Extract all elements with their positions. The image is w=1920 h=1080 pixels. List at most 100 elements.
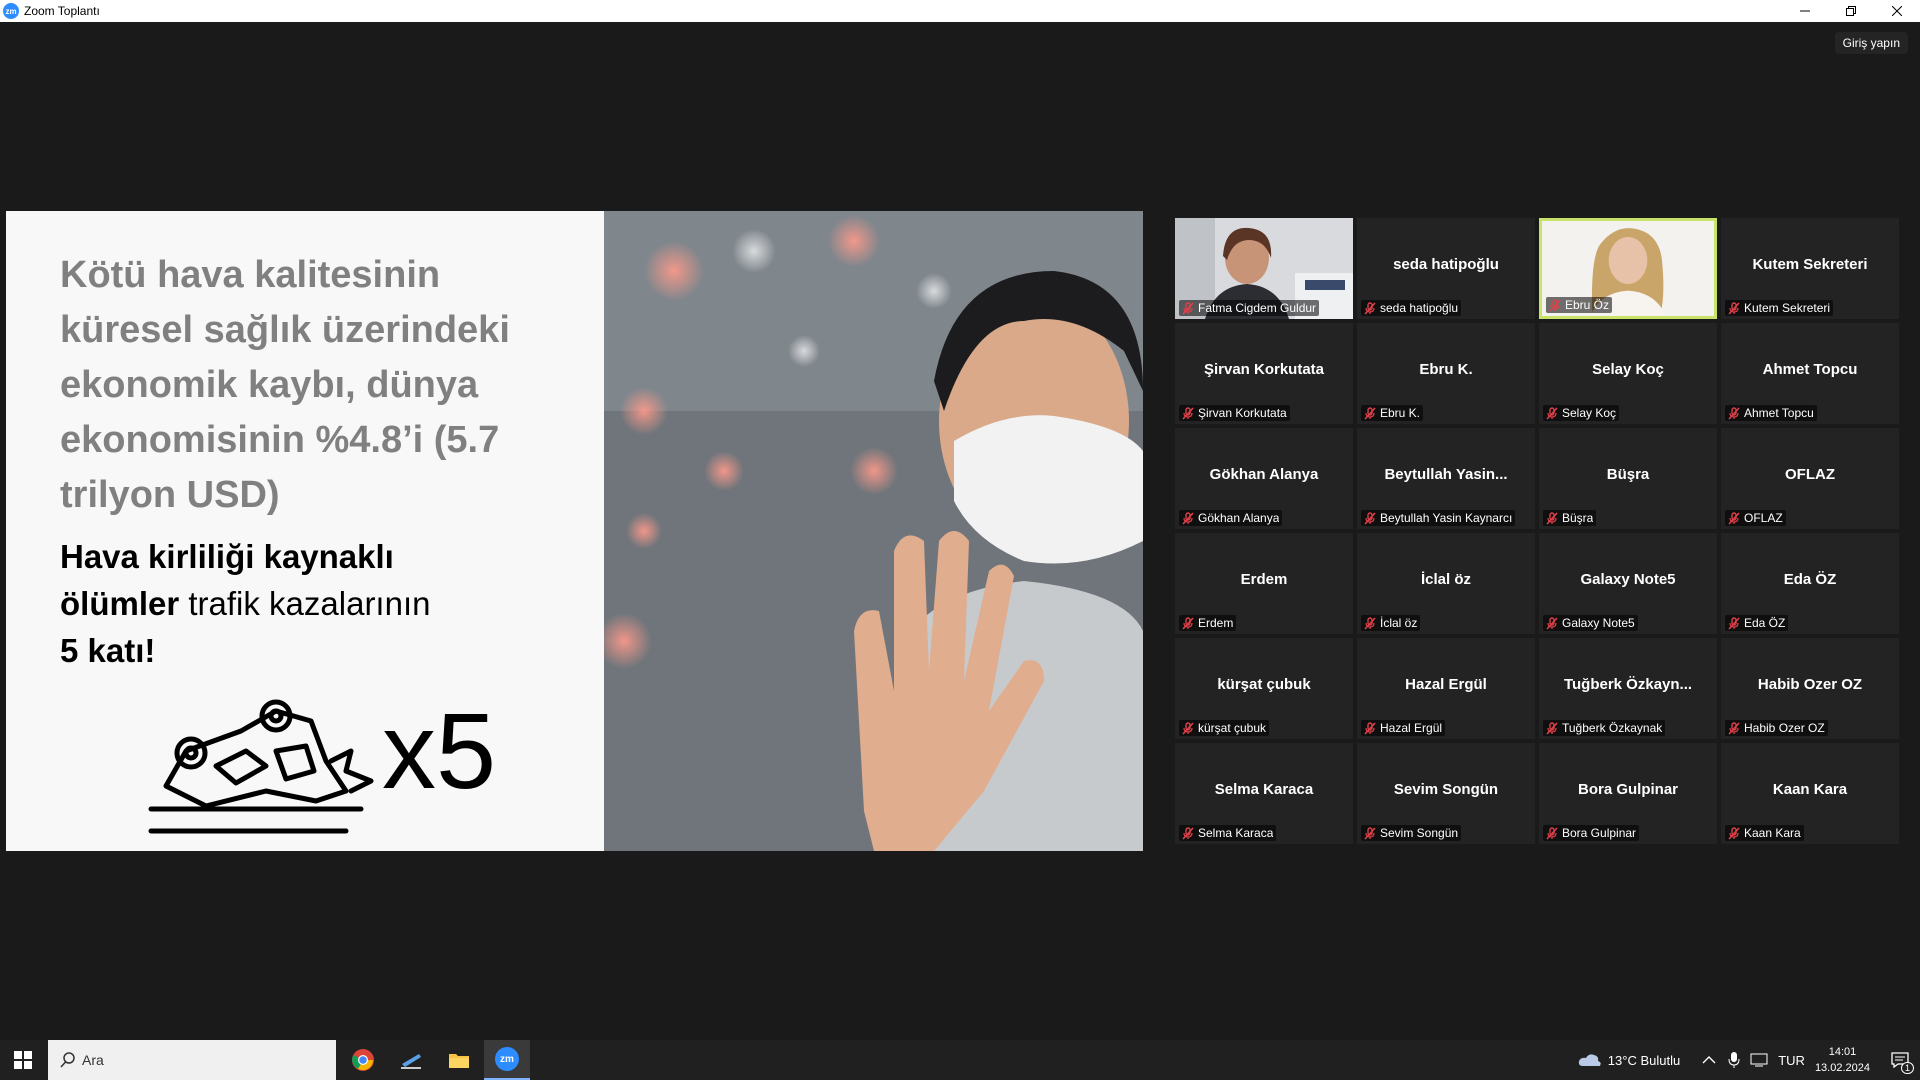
presentation-icon <box>401 1054 421 1069</box>
search-placeholder: Ara <box>82 1052 104 1068</box>
clock-date: 13.02.2024 <box>1814 1062 1870 1074</box>
muted-mic-icon <box>1728 406 1740 420</box>
participant-display-name: Ahmet Topcu <box>1762 361 1858 378</box>
participant-tile[interactable]: Hazal Ergül Hazal Ergül <box>1357 638 1535 739</box>
muted-mic-icon <box>1364 301 1376 315</box>
participant-name-label: Kutem Sekreteri <box>1725 300 1834 316</box>
zoom-icon: zm <box>495 1047 519 1071</box>
weather-text[interactable]: 13°C Bulutlu <box>1608 1053 1680 1068</box>
participant-name-label: Ebru Öz <box>1546 297 1613 313</box>
microphone-icon[interactable] <box>1728 1052 1740 1068</box>
clock-time: 14:01 <box>1828 1046 1857 1058</box>
participant-tile[interactable]: OFLAZ OFLAZ <box>1721 428 1899 529</box>
participant-tile[interactable]: Galaxy Note5 Galaxy Note5 <box>1539 533 1717 634</box>
participant-tile[interactable]: Büşra Büşra <box>1539 428 1717 529</box>
participant-display-name: Selma Karaca <box>1214 781 1314 798</box>
participant-display-name: Erdem <box>1240 571 1288 588</box>
participant-display-name: Şirvan Korkutata <box>1203 361 1325 378</box>
participant-tile[interactable]: Erdem Erdem <box>1175 533 1353 634</box>
participant-tile[interactable]: Gökhan Alanya Gökhan Alanya <box>1175 428 1353 529</box>
participant-name-label: Hazal Ergül <box>1361 720 1446 736</box>
muted-mic-icon <box>1546 721 1558 735</box>
participant-name: OFLAZ <box>1744 511 1783 525</box>
muted-mic-icon <box>1549 298 1561 312</box>
participant-tile[interactable]: Habib Ozer OZ Habib Ozer OZ <box>1721 638 1899 739</box>
participant-name-label: Selma Karaca <box>1179 825 1277 841</box>
muted-mic-icon <box>1182 406 1194 420</box>
muted-mic-icon <box>1182 826 1194 840</box>
participant-tile[interactable]: Ebru Öz <box>1539 218 1717 319</box>
signin-button[interactable]: Giriş yapın <box>1834 32 1908 54</box>
participant-display-name: Büşra <box>1606 466 1650 483</box>
muted-mic-icon <box>1728 616 1740 630</box>
participant-name: İclal öz <box>1380 616 1418 630</box>
participant-tile[interactable]: İclal öz İclal öz <box>1357 533 1535 634</box>
taskbar-search-input[interactable]: Ara <box>48 1040 336 1080</box>
zoom-taskbar-button[interactable]: zm <box>484 1040 530 1080</box>
participant-tile[interactable]: Bora Gulpinar Bora Gulpinar <box>1539 743 1717 844</box>
muted-mic-icon <box>1364 826 1376 840</box>
participant-display-name: Bora Gulpinar <box>1577 781 1678 798</box>
muted-mic-icon <box>1728 721 1740 735</box>
participant-tile[interactable]: Tuğberk Özkayn... Tuğberk Özkaynak <box>1539 638 1717 739</box>
participant-tile[interactable]: seda hatipoğlu seda hatipoğlu <box>1357 218 1535 319</box>
restore-button[interactable] <box>1828 0 1874 22</box>
participant-display-name: OFLAZ <box>1785 466 1835 483</box>
participant-tile[interactable]: Kutem Sekreteri Kutem Sekreteri <box>1721 218 1899 319</box>
chevron-up-icon[interactable] <box>1702 1055 1716 1065</box>
start-button[interactable] <box>0 1040 46 1080</box>
slide-photo-masked-man <box>604 211 1143 851</box>
muted-mic-icon <box>1364 511 1376 525</box>
participant-name: Eda ÖZ <box>1744 616 1786 630</box>
participant-name: Tuğberk Özkaynak <box>1562 721 1663 735</box>
file-explorer-taskbar-button[interactable] <box>436 1040 482 1080</box>
participant-tile[interactable]: Kaan Kara Kaan Kara <box>1721 743 1899 844</box>
participant-tile[interactable]: Sevim Songün Sevim Songün <box>1357 743 1535 844</box>
close-icon <box>1892 6 1902 16</box>
muted-mic-icon <box>1182 511 1194 525</box>
file-explorer-icon <box>449 1054 469 1068</box>
participant-name: Hazal Ergül <box>1380 721 1443 735</box>
participant-display-name: Beytullah Yasin... <box>1384 466 1508 483</box>
close-button[interactable] <box>1874 0 1920 22</box>
participant-tile[interactable]: Ebru K. Ebru K. <box>1357 323 1535 424</box>
participant-tile[interactable]: Fatma Cigdem Guldur <box>1175 218 1353 319</box>
participant-tile[interactable]: Beytullah Yasin... Beytullah Yasin Kaynar… <box>1357 428 1535 529</box>
participant-tile[interactable]: kürşat çubuk kürşat çubuk <box>1175 638 1353 739</box>
slide-text-panel: Kötü hava kalitesinin küresel sağlık üze… <box>6 211 604 851</box>
participant-name: Erdem <box>1198 616 1234 630</box>
language-indicator[interactable]: TUR <box>1778 1053 1805 1068</box>
window-controls <box>1782 0 1920 22</box>
participant-name: Fatma Cigdem Guldur <box>1198 301 1317 315</box>
presentation-taskbar-button[interactable] <box>388 1040 434 1080</box>
participant-name-label: Bora Gulpinar <box>1543 825 1640 841</box>
chrome-taskbar-button[interactable] <box>340 1040 386 1080</box>
participant-name: kürşat çubuk <box>1198 721 1267 735</box>
multiplier-text: x5 <box>382 690 497 811</box>
muted-mic-icon <box>1728 511 1740 525</box>
muted-mic-icon <box>1546 511 1558 525</box>
system-tray: 13°C Bulutlu TUR 14:01 13.02.2024 1 <box>1578 1040 1920 1080</box>
notification-button[interactable]: 1 <box>1880 1040 1920 1080</box>
participant-name-label: kürşat çubuk <box>1179 720 1270 736</box>
participant-tile[interactable]: Eda ÖZ Eda ÖZ <box>1721 533 1899 634</box>
participant-name-label: Şirvan Korkutata <box>1179 405 1290 421</box>
cloud-icon <box>1578 1054 1601 1066</box>
participant-name-label: Galaxy Note5 <box>1543 615 1638 631</box>
network-icon[interactable] <box>1750 1053 1768 1067</box>
participant-name: seda hatipoğlu <box>1380 301 1459 315</box>
clock[interactable]: 14:01 13.02.2024 <box>1815 1044 1870 1076</box>
participant-tile[interactable]: Selma Karaca Selma Karaca <box>1175 743 1353 844</box>
participant-name-label: seda hatipoğlu <box>1361 300 1462 316</box>
muted-mic-icon <box>1728 301 1740 315</box>
participant-name-label: Beytullah Yasin Kaynarcı <box>1361 510 1516 526</box>
participant-display-name: Ebru K. <box>1419 361 1473 378</box>
participant-tile[interactable]: Selay Koç Selay Koç <box>1539 323 1717 424</box>
participant-name: Büşra <box>1562 511 1594 525</box>
shared-screen: Kötü hava kalitesinin küresel sağlık üze… <box>6 211 1143 851</box>
minimize-button[interactable] <box>1782 0 1828 22</box>
participant-tile[interactable]: Ahmet Topcu Ahmet Topcu <box>1721 323 1899 424</box>
participant-tile[interactable]: Şirvan Korkutata Şirvan Korkutata <box>1175 323 1353 424</box>
participant-name-label: Erdem <box>1179 615 1237 631</box>
participant-display-name: seda hatipoğlu <box>1393 256 1499 273</box>
